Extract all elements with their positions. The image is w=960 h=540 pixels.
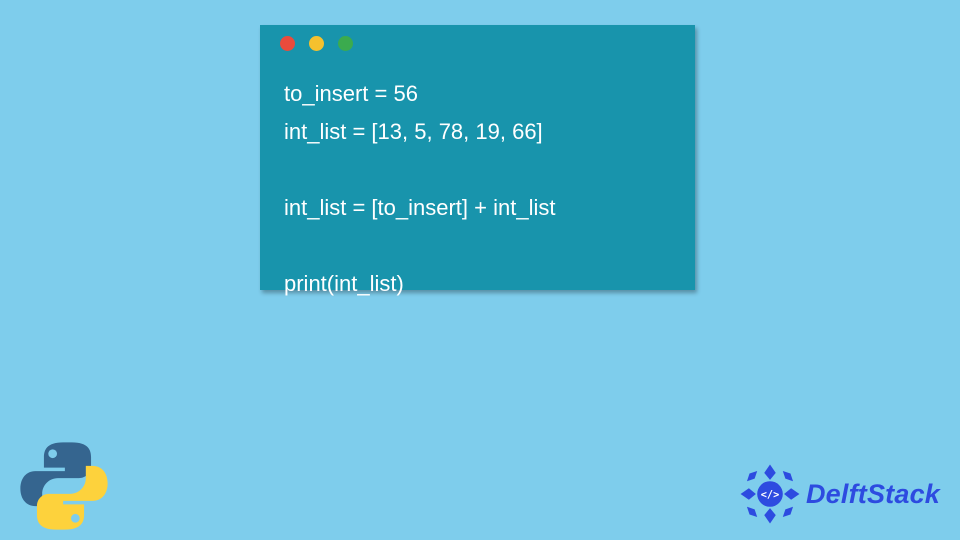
svg-text:</>: </> xyxy=(761,489,780,501)
code-line: int_list = [to_insert] + int_list xyxy=(284,195,555,220)
close-icon xyxy=(280,36,295,51)
code-content: to_insert = 56 int_list = [13, 5, 78, 19… xyxy=(260,61,695,319)
python-logo-icon xyxy=(16,438,112,534)
delftstack-logo: </> DelftStack xyxy=(738,462,940,526)
maximize-icon xyxy=(338,36,353,51)
code-line: to_insert = 56 xyxy=(284,81,418,106)
window-titlebar xyxy=(260,25,695,61)
code-window: to_insert = 56 int_list = [13, 5, 78, 19… xyxy=(260,25,695,290)
delftstack-badge-icon: </> xyxy=(738,462,802,526)
code-line: print(int_list) xyxy=(284,271,404,296)
delftstack-label: DelftStack xyxy=(806,479,940,510)
code-line: int_list = [13, 5, 78, 19, 66] xyxy=(284,119,543,144)
minimize-icon xyxy=(309,36,324,51)
